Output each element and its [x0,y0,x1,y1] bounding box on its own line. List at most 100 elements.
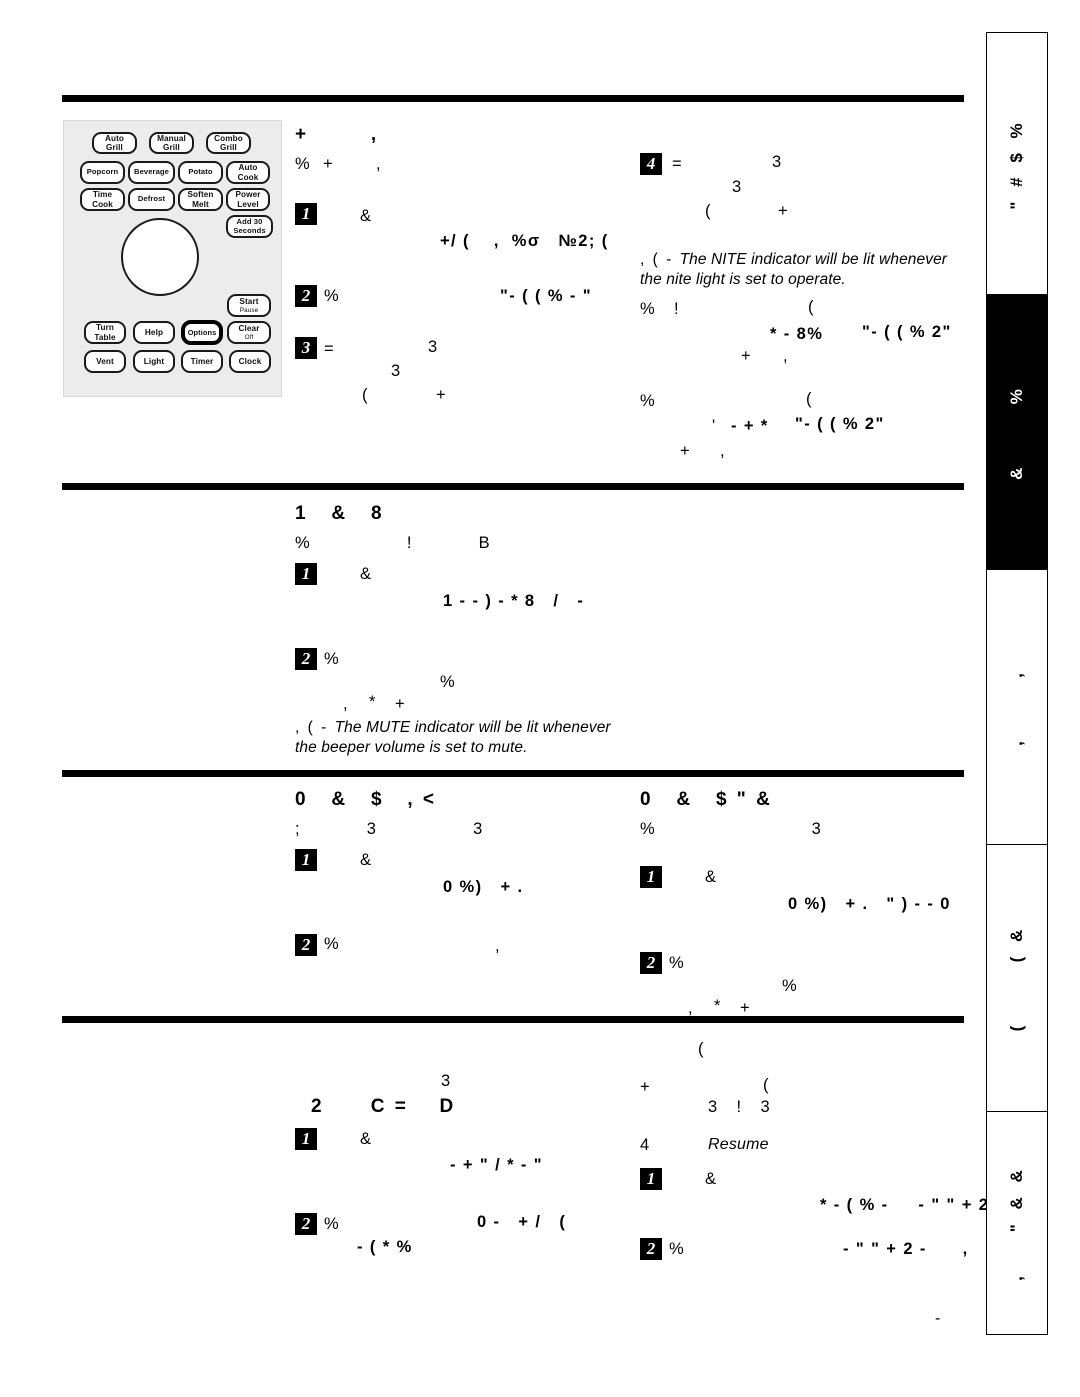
nite-light-text-line: 3 [428,338,439,356]
nite-light-text-line: 3 [732,178,743,196]
key-vent[interactable]: Vent [84,350,126,373]
side-tab-5[interactable]: , " & & [987,1112,1047,1334]
key-beverage[interactable]: Beverage [128,161,175,184]
step-number-badge: 2 [295,648,317,670]
key-label: Soften Melt [187,190,214,209]
step-number-badge: 2 [295,934,317,956]
key-options[interactable]: Options [181,320,223,345]
manual-page: Auto Grill Manual Grill Combo Grill Popc… [0,0,1080,1397]
key-label: Auto Cook [237,163,259,182]
nite-light-text-line: % ! [640,300,681,318]
section-rule-2 [62,483,964,490]
mute-text-line: % [324,650,341,668]
mute-text-line: & [360,565,373,583]
display-off-text-line: 0 & $ , < [295,789,437,810]
key-label: Vent [96,356,114,366]
nite-light-text-line: 3 [391,362,402,380]
step-number-badge: 1 [295,203,317,225]
key-manual-grill[interactable]: Manual Grill [149,132,194,154]
step-number-badge: 2 [640,1238,662,1260]
resume-text-line: & [705,1170,718,1188]
display-off-text-line: ; 3 3 [295,820,484,838]
mute-text-line: + [395,695,407,713]
side-tab-2[interactable]: & % [987,295,1047,569]
section-display-on-right-column: 0 & $ " & % 3 & 0 %) + . " ) - - 0%%, * +1 2 [640,789,970,1017]
key-power-level[interactable]: Power Level [226,188,270,211]
display-on-text-line: % 3 [640,820,823,838]
nite-light-note: , ( - The NITE indicator will be lit whe… [640,250,970,289]
key-defrost[interactable]: Defrost [128,188,175,211]
key-timer[interactable]: Timer [181,350,223,373]
mute-text-line: * [369,693,377,711]
key-potato[interactable]: Potato [178,161,223,184]
key-clock[interactable]: Clock [229,350,271,373]
resume-text-line: 3 ! 3 [708,1098,772,1116]
mute-text-line: 1 - - ) - * 8 / - [443,592,585,610]
key-add-30-seconds[interactable]: Add 30 Seconds [226,215,273,238]
step-number-badge: 3 [295,337,317,359]
side-tab-3-label: , , [1007,668,1026,746]
key-start-pause[interactable]: Start Pause [227,294,271,317]
key-auto-grill[interactable]: Auto Grill [92,132,137,154]
display-off-text-line: , [495,937,501,955]
side-tab-2-label: & % [1007,384,1026,480]
scroll-speed-text-line: 0 - + / ( [477,1213,567,1231]
resume-text-line: - " " + 2 - , [843,1240,969,1258]
key-clear-off[interactable]: Clear Off [227,321,271,344]
scroll-speed-text-line: & [360,1130,373,1148]
nite-light-text-line: % [640,392,657,410]
step-number-badge: 1 [640,866,662,888]
resume-text-line: ( [698,1040,705,1058]
side-tab-4-label: ( ( & [1007,924,1026,1032]
key-combo-grill[interactable]: Combo Grill [206,132,251,154]
nite-light-text-line: + , [295,124,379,145]
side-tab-1[interactable]: " # $ % [987,33,1047,294]
resume-text-line: * - ( % - - " " + 2 - [820,1196,1003,1214]
resume-text-line: + [640,1078,652,1096]
section-nite-light-left-column: + , % + , & +/ ( , %σ №2; (% "- ( ( % - " = 3 3… [295,124,625,424]
key-label: Options [187,327,217,337]
turntable-dial[interactable] [121,218,199,296]
display-on-text-line: + [740,999,752,1017]
key-label: Potato [188,167,213,177]
nite-light-text-line: % [324,287,341,305]
side-tab-1-label: " # $ % [1007,117,1026,210]
note-prefix-glyphs: , ( - [640,251,680,268]
key-label: Start [239,297,259,307]
note-text: The NITE indicator will be lit whenever … [640,251,948,288]
section-rule-4 [62,1016,964,1023]
display-on-text-line: , [688,999,694,1017]
step-number-badge: 1 [295,563,317,585]
key-label: Auto Grill [104,133,125,152]
nite-light-text-line: "- ( ( % - " [500,287,593,305]
section-resume-right-column: (+ (3 ! 3 4 Resume & * - ( % - - " " + 2 -% - … [640,1040,1001,1300]
key-light[interactable]: Light [133,350,175,373]
key-label: Beverage [134,167,169,177]
key-auto-cook[interactable]: Auto Cook [226,161,270,184]
key-label: Defrost [137,194,166,204]
display-on-text-line: % [669,954,686,972]
footer-mark: - [935,1310,941,1327]
side-tab-3[interactable]: , , [987,570,1047,844]
key-turn-table[interactable]: Turn Table [84,321,126,344]
scroll-speed-text-line: 3 [441,1072,452,1090]
section-mute-left-column: 1 & 8 % ! B & 1 - - ) - * 8 / -%%, * +1 2 , ( -… [295,503,635,763]
nite-light-text-line: "- ( ( % 2" [795,415,885,433]
display-on-text-line: 0 & $ " & [640,789,773,810]
nite-light-text-line: + [680,442,692,460]
key-help[interactable]: Help [133,321,175,344]
mute-text-line: % ! B [295,534,492,552]
display-on-text-line: % [782,977,799,995]
key-popcorn[interactable]: Popcorn [80,161,125,184]
mute-text-line: , [343,695,349,713]
key-soften-melt[interactable]: Soften Melt [178,188,223,211]
nite-light-text-line: = [324,340,336,358]
key-label: Help [144,327,164,337]
key-label: Power Level [235,190,261,209]
nite-light-text-line: "- ( ( % 2" [862,323,952,341]
side-tab-4[interactable]: ( ( & [987,845,1047,1111]
step-number-badge: 1 [295,1128,317,1150]
key-label: Popcorn [86,167,119,177]
mute-text-line: % [440,673,457,691]
key-time-cook[interactable]: Time Cook [80,188,125,211]
